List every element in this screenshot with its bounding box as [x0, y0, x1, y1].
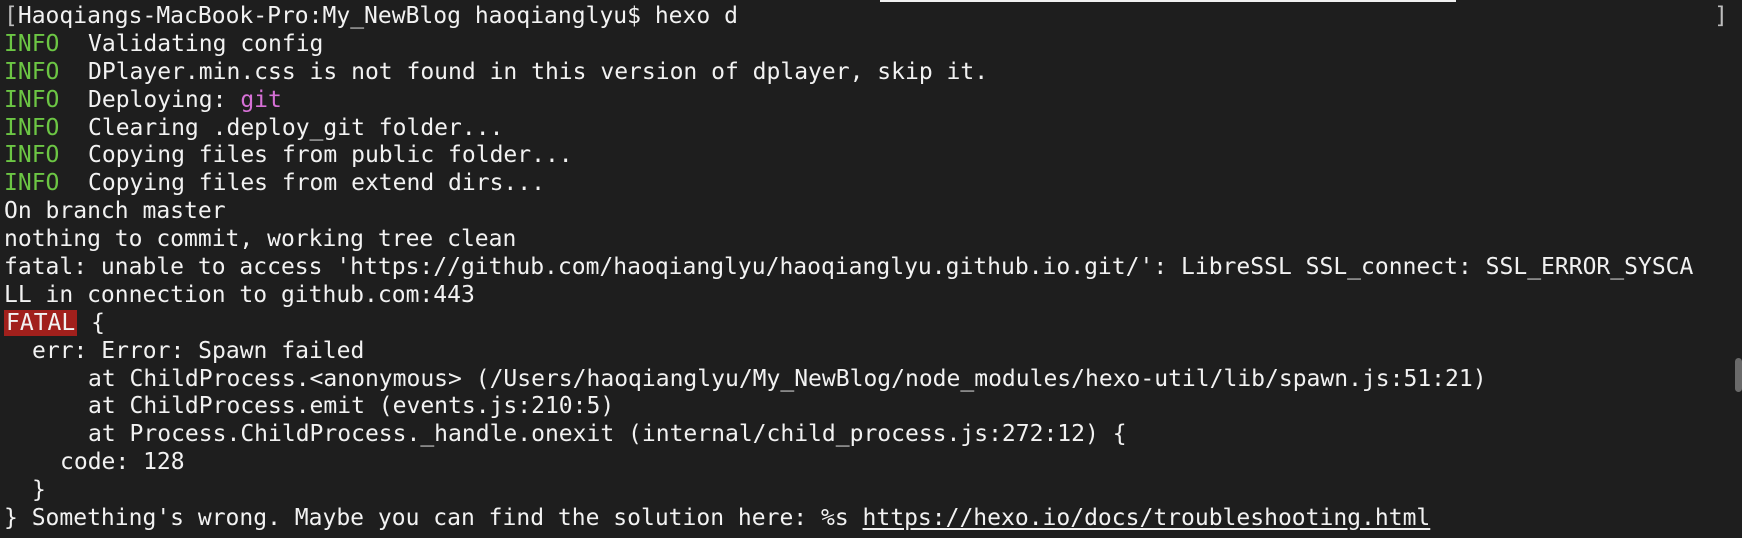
final-message-text: } Something's wrong. Maybe you can find … — [4, 505, 863, 532]
git-error-line: fatal: unable to access 'https://github.… — [4, 254, 1694, 281]
stack-trace-line: at ChildProcess.<anonymous> (/Users/haoq… — [88, 365, 1487, 392]
info-line: INFO Deploying: git — [4, 87, 1742, 115]
right-bracket: ] — [1714, 3, 1728, 29]
prompt-line: [Haoqiangs-MacBook-Pro:My_NewBlog haoqia… — [4, 3, 1742, 31]
info-tag: INFO — [4, 30, 60, 57]
info-text: Clearing .deploy_git folder... — [88, 114, 504, 141]
info-text: Copying files from public folder... — [88, 142, 573, 169]
prompt-command: Haoqiangs-MacBook-Pro:My_NewBlog haoqian… — [17, 3, 738, 29]
fatal-line: FATAL { — [4, 309, 1742, 338]
stack-trace-line: at ChildProcess.emit (events.js:210:5) — [88, 393, 615, 420]
git-output-line: nothing to commit, working tree clean — [4, 226, 517, 253]
troubleshooting-link[interactable]: https://hexo.io/docs/troubleshooting.htm… — [863, 505, 1431, 531]
info-line: INFO Clearing .deploy_git folder... — [4, 115, 1742, 143]
fatal-open-brace: { — [77, 309, 105, 336]
error-code-line: code: 128 — [60, 449, 185, 476]
info-tag: INFO — [4, 142, 60, 169]
err-line: err: Error: Spawn failed — [32, 337, 365, 364]
fatal-badge: FATAL — [4, 309, 78, 336]
info-text: DPlayer.min.css is not found in this ver… — [88, 58, 989, 85]
stack-trace-line: at Process.ChildProcess._handle.onexit (… — [88, 421, 1127, 448]
git-error-line: LL in connection to github.com:443 — [4, 281, 475, 308]
info-tag: INFO — [4, 58, 60, 85]
info-line: INFO DPlayer.min.css is not found in this… — [4, 59, 1742, 87]
deploy-target: git — [240, 86, 282, 113]
info-line: INFO Validating config — [4, 31, 1742, 59]
info-text: Validating config — [88, 30, 324, 57]
scrollbar-thumb[interactable] — [1735, 358, 1742, 392]
info-line: INFO Copying files from public folder... — [4, 142, 1742, 170]
info-tag: INFO — [4, 86, 60, 113]
info-line: INFO Copying files from extend dirs... — [4, 170, 1742, 198]
info-tag: INFO — [4, 170, 60, 197]
inner-close-brace: } — [32, 477, 46, 504]
final-message-line: } Something's wrong. Maybe you can find … — [4, 505, 1742, 533]
terminal-window[interactable]: ] [Haoqiangs-MacBook-Pro:My_NewBlog haoq… — [0, 0, 1742, 538]
selection-strip — [880, 0, 1456, 2]
info-tag: INFO — [4, 114, 60, 141]
info-text: Copying files from extend dirs... — [88, 170, 545, 197]
info-text: Deploying: — [88, 86, 241, 113]
git-output-line: On branch master — [4, 198, 226, 225]
prompt-bracket: [ — [4, 3, 18, 29]
